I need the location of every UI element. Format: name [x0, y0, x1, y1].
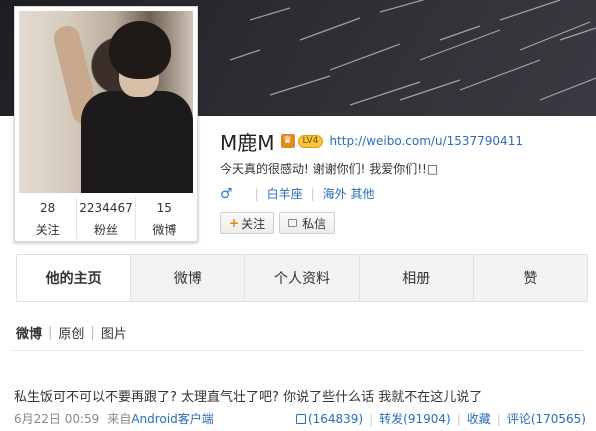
tab-weibo[interactable]: 微博	[131, 255, 246, 301]
avatar[interactable]	[19, 11, 193, 193]
profile-bio: 今天真的很感动! 谢谢你们! 我爱你们!!□	[220, 162, 439, 176]
feed-divider	[12, 350, 584, 351]
feed-filter: 微博 | 原创 | 图片	[16, 323, 127, 342]
repost-link[interactable]: 转发(91904)	[379, 410, 451, 427]
male-icon: ♂	[220, 185, 233, 202]
crown-icon[interactable]: ♛	[280, 134, 295, 148]
feed-tab-original[interactable]: 原创	[58, 323, 84, 342]
post-source-link[interactable]: Android客户端	[131, 410, 213, 427]
like-icon	[295, 413, 306, 424]
divider: |	[90, 325, 95, 340]
post-source-prefix: 来自	[107, 412, 132, 426]
stat-value: 15	[156, 201, 172, 215]
stat-label: 粉丝	[93, 223, 118, 237]
post-meta: 6月22日 00:59 来自 Android客户端 (164839) | 转发(…	[14, 410, 586, 427]
profile-tabs: 他的主页 微博 个人资料 相册 赞	[16, 254, 588, 302]
favorite-link[interactable]: 收藏	[467, 410, 491, 427]
divider: |	[310, 186, 315, 201]
profile-info: M鹿M ♛ LV4 http://weibo.com/u/1537790411 …	[220, 128, 523, 234]
divider: |	[496, 411, 501, 426]
feed-tab-images[interactable]: 图片	[101, 323, 127, 342]
like-count: (164839)	[307, 411, 364, 426]
tab-home[interactable]: 他的主页	[17, 255, 132, 301]
stat-label: 关注	[35, 223, 60, 237]
tab-likes[interactable]: 赞	[474, 255, 587, 301]
feed-tab-weibo[interactable]: 微博	[16, 323, 42, 342]
follow-button[interactable]: + 关注	[220, 212, 275, 234]
message-button-label: 私信	[302, 216, 327, 231]
profile-url-link[interactable]: http://weibo.com/u/1537790411	[329, 134, 523, 148]
stat-label: 微博	[152, 223, 177, 237]
constellation-link[interactable]: 白羊座	[267, 185, 303, 202]
stat-value: 2234467	[79, 201, 133, 215]
divider: |	[369, 411, 374, 426]
tab-album[interactable]: 相册	[360, 255, 474, 301]
profile-name: M鹿M	[220, 130, 275, 155]
vip-badge-icon[interactable]: LV4	[297, 134, 324, 148]
divider: |	[254, 186, 259, 201]
stat-following[interactable]: 28 关注	[19, 197, 78, 239]
plus-icon: +	[229, 216, 240, 230]
like-button[interactable]: (164839)	[295, 411, 364, 426]
name-row: M鹿M ♛ LV4 http://weibo.com/u/1537790411	[220, 128, 523, 155]
follow-button-label: 关注	[241, 216, 266, 231]
comment-link[interactable]: 评论(170565)	[507, 410, 586, 427]
stats-bar: 28 关注 2234467 粉丝 15 微博	[19, 197, 193, 239]
stat-posts[interactable]: 15 微博	[136, 197, 193, 239]
location-link[interactable]: 海外 其他	[323, 185, 375, 202]
message-icon	[288, 219, 298, 227]
action-buttons: + 关注 私信	[220, 212, 523, 234]
profile-details: ♂ | 白羊座 | 海外 其他	[220, 185, 523, 202]
stat-followers[interactable]: 2234467 粉丝	[77, 197, 136, 239]
post-time[interactable]: 6月22日 00:59	[14, 410, 99, 427]
message-button[interactable]: 私信	[279, 212, 336, 234]
avatar-card: 28 关注 2234467 粉丝 15 微博	[14, 6, 198, 242]
post-text: 私生饭可不可以不要再跟了? 太理直气壮了吧? 你说了些什么话 我就不在这儿说了	[14, 390, 483, 405]
tab-profile[interactable]: 个人资料	[245, 255, 360, 301]
divider: |	[456, 411, 461, 426]
stat-value: 28	[40, 201, 56, 215]
divider: |	[48, 325, 53, 340]
